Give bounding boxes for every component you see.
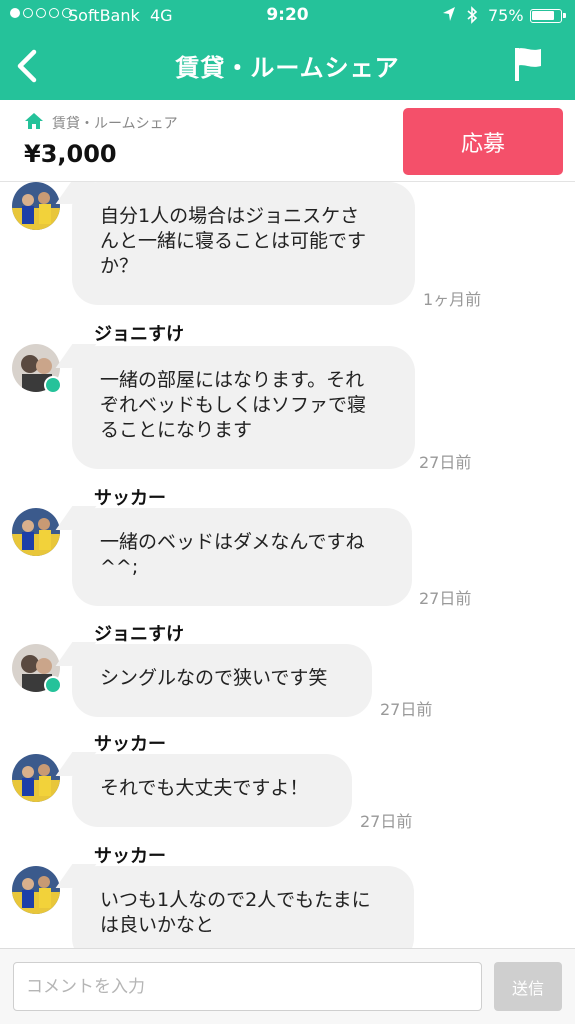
verified-badge-icon	[44, 376, 62, 394]
home-icon	[24, 112, 44, 134]
battery-percent: 75%	[488, 6, 524, 25]
message-bubble: それでも大丈夫ですよ！	[72, 754, 352, 827]
send-button[interactable]: 送信	[494, 962, 562, 1011]
apply-button[interactable]: 応募	[403, 108, 563, 175]
status-bar: SoftBank 4G 9:20 75%	[0, 0, 575, 32]
avatar[interactable]	[12, 508, 60, 556]
message-time: 27日前	[380, 700, 433, 719]
listing-price: ¥3,000	[24, 140, 117, 168]
message-time: 27日前	[360, 812, 413, 831]
flag-icon[interactable]	[512, 46, 546, 82]
listing-category: 賃貸・ルームシェア	[24, 112, 178, 134]
verified-badge-icon	[44, 676, 62, 694]
sender-name: サッカー	[94, 488, 166, 509]
page-title: 賃貸・ルームシェア	[175, 54, 400, 82]
sender-name: サッカー	[94, 734, 166, 755]
message-bubble: 一緒の部屋にはなります。それ ぞれベッドもしくはソファで寝 ることになります	[72, 346, 415, 469]
listing-category-label: 賃貸・ルームシェア	[52, 116, 178, 132]
avatar[interactable]	[12, 182, 60, 230]
sender-name: ジョニすけ	[94, 324, 184, 345]
message-time: 1ヶ月前	[423, 290, 482, 309]
comment-input[interactable]	[13, 962, 482, 1011]
message-bubble: いつも1人なので2人でもたまに は良いかなと	[72, 866, 414, 948]
sender-name: ジョニすけ	[94, 624, 184, 645]
message-time: 27日前	[419, 589, 472, 608]
avatar[interactable]	[12, 866, 60, 914]
sender-name: サッカー	[94, 846, 166, 867]
avatar[interactable]	[12, 754, 60, 802]
message-bubble: 自分1人の場合はジョニスケさ んと一緒に寝ることは可能です か？	[72, 182, 415, 305]
message-bubble: シングルなので狭いです笑	[72, 644, 372, 717]
message-bubble: 一緒のベッドはダメなんですね ^^;	[72, 508, 412, 606]
message-time: 27日前	[419, 453, 472, 472]
chat-thread[interactable]: 自分1人の場合はジョニスケさ んと一緒に寝ることは可能です か？ 1ヶ月前 ジョ…	[0, 182, 575, 948]
top-bar: SoftBank 4G 9:20 75% 賃貸・ルームシェア	[0, 0, 575, 100]
bluetooth-icon	[466, 6, 478, 28]
comment-composer: 送信	[0, 948, 575, 1024]
location-arrow-icon	[442, 6, 456, 26]
battery-icon	[530, 9, 566, 23]
